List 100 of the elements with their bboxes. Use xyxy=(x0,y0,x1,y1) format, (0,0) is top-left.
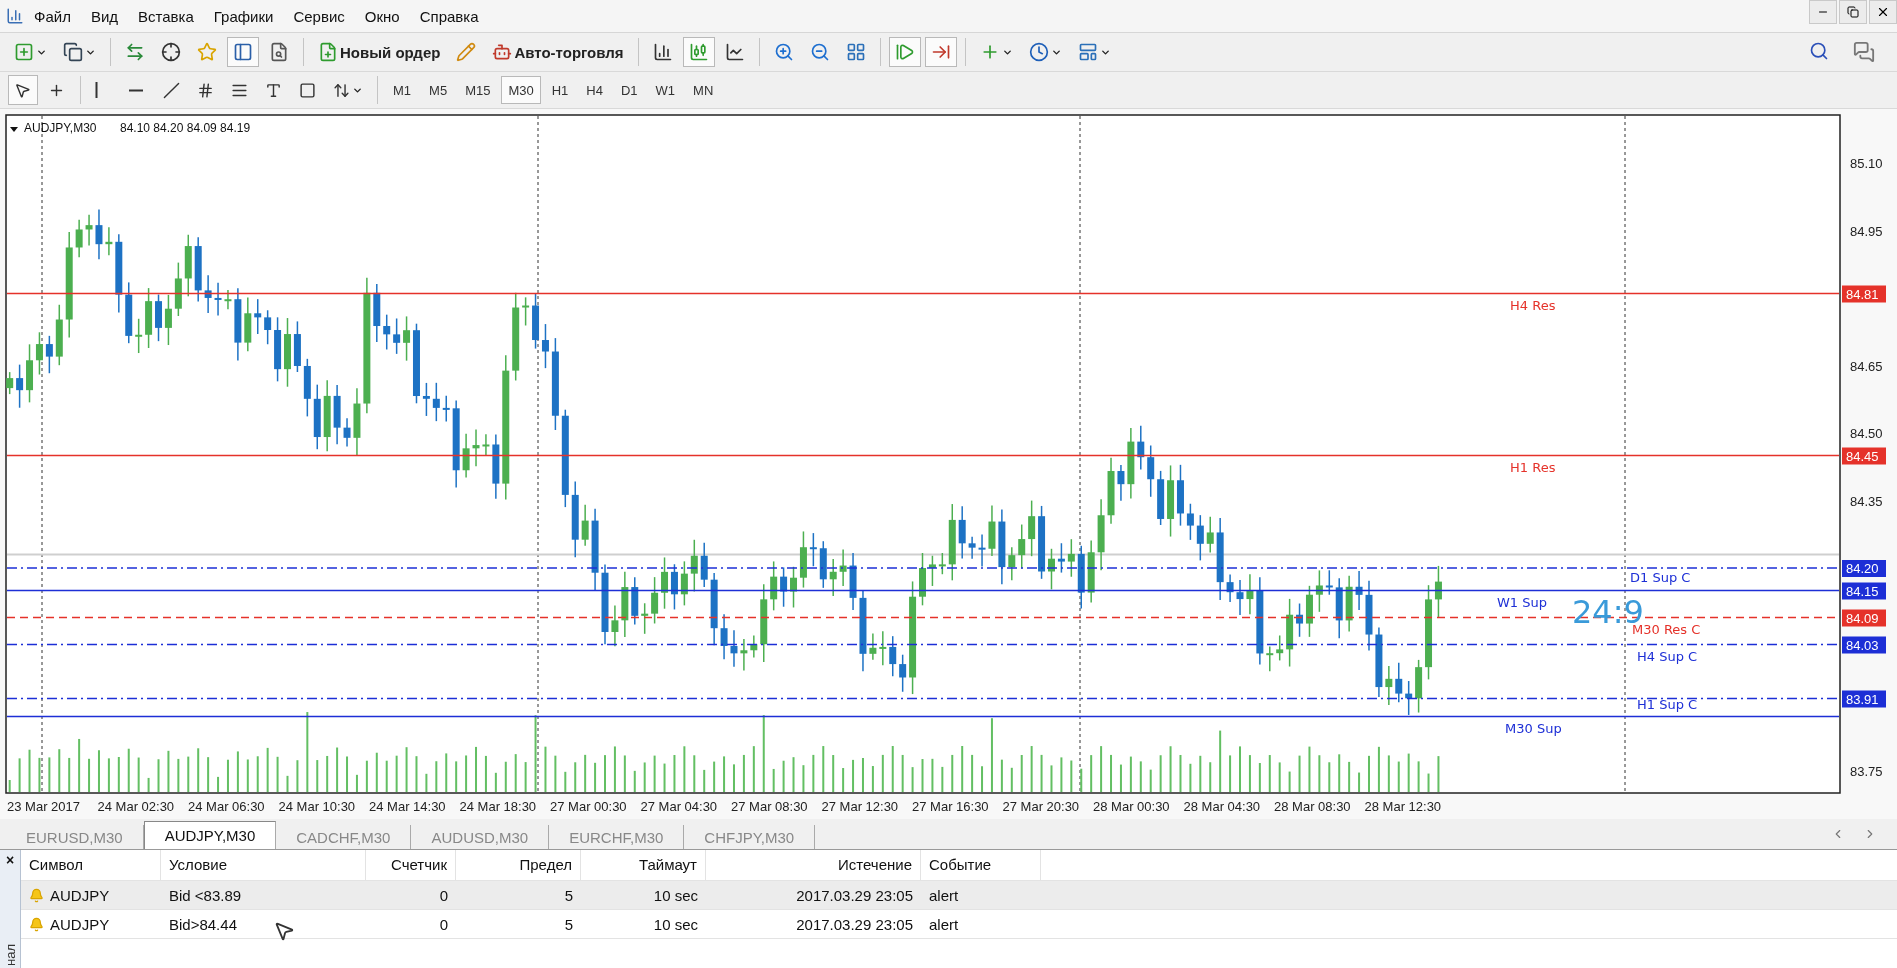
restore-button[interactable] xyxy=(1839,0,1867,24)
price-tick: 84.35 xyxy=(1850,493,1883,509)
zoom-in-icon xyxy=(773,42,794,62)
menu-item[interactable]: Графики xyxy=(203,3,284,29)
timeframe-button[interactable]: D1 xyxy=(613,76,645,104)
toolbar-button[interactable] xyxy=(227,37,259,67)
column-header[interactable]: Счетчик xyxy=(366,850,456,880)
column-header[interactable]: Истечение xyxy=(706,850,921,880)
price-tick: 84.95 xyxy=(1850,223,1883,239)
chat-icon[interactable] xyxy=(1853,41,1875,63)
timeframe-button[interactable]: M30 xyxy=(501,76,541,104)
new-chart-icon xyxy=(14,42,34,62)
file-search-icon xyxy=(269,42,289,62)
column-header[interactable]: Символ xyxy=(21,850,161,880)
time-label: 24 Mar 10:30 xyxy=(278,799,356,814)
minimize-button[interactable] xyxy=(1809,0,1837,24)
menu-item[interactable]: Вид xyxy=(80,3,129,29)
table-cell: AUDJPY xyxy=(50,886,110,904)
time-label: 24 Mar 18:30 xyxy=(459,799,537,814)
column-header[interactable]: Предел xyxy=(456,850,581,880)
cursor-icon xyxy=(14,81,31,99)
table-cell: Bid <83.89 xyxy=(169,886,242,904)
bell-icon xyxy=(29,916,44,932)
panel-icon xyxy=(233,42,253,62)
template-icon xyxy=(1077,42,1098,62)
table-cell: 5 xyxy=(564,886,573,904)
time-label: 27 Mar 04:30 xyxy=(640,799,718,814)
market-watch-icon xyxy=(125,42,145,62)
time-label: 27 Mar 16:30 xyxy=(912,799,989,814)
ohlc-values: 84.10 84.20 84.09 84.19 xyxy=(120,121,251,135)
bell-icon xyxy=(29,887,44,903)
panel-label: нал xyxy=(2,944,18,966)
zoom-out-icon xyxy=(809,42,830,62)
time-label: 24 Mar 02:30 xyxy=(97,799,175,814)
chart-tab[interactable]: AUDJPY,M30 xyxy=(143,821,277,849)
time-label: 24 Mar 06:30 xyxy=(188,799,265,814)
time-label: 27 Mar 20:30 xyxy=(1002,799,1080,814)
menu-item[interactable]: Вставка xyxy=(128,3,204,29)
price-badge: 84.45 xyxy=(1842,447,1886,465)
close-button[interactable] xyxy=(1869,0,1897,24)
timeframe-button[interactable]: M5 xyxy=(422,76,455,104)
column-header[interactable]: Условие xyxy=(161,850,366,880)
time-label: 28 Mar 12:30 xyxy=(1364,799,1442,814)
timeframe-button[interactable]: H1 xyxy=(544,76,576,104)
menu-item[interactable]: Файл xyxy=(24,3,81,29)
timeframe-button[interactable]: M15 xyxy=(458,76,498,104)
timeframe-button[interactable]: H4 xyxy=(579,76,610,104)
search-icon[interactable] xyxy=(1809,41,1829,61)
toolbar-button[interactable] xyxy=(8,75,38,105)
time-label: 28 Mar 08:30 xyxy=(1274,799,1351,814)
column-header[interactable]: Событие xyxy=(921,850,1041,880)
close-button[interactable]: × xyxy=(5,852,15,868)
menu-item[interactable]: Окно xyxy=(354,3,410,29)
time-label: 24 Mar 14:30 xyxy=(369,799,446,814)
pencil-icon xyxy=(456,42,477,62)
mouse-cursor-icon xyxy=(273,920,295,942)
table-cell: alert xyxy=(929,886,959,904)
letter-icon xyxy=(265,81,282,99)
bar-chart-icon xyxy=(652,42,673,62)
table-cell: 0 xyxy=(439,886,448,904)
time-label: 28 Mar 00:30 xyxy=(1093,799,1170,814)
price-badge: 84.03 xyxy=(1842,636,1886,654)
time-label: 27 Mar 00:30 xyxy=(550,799,627,814)
menu-item[interactable]: Сервис xyxy=(283,3,355,29)
level-label: W1 Sup xyxy=(1497,594,1547,610)
table-cell: alert xyxy=(929,915,959,933)
step-forward-icon xyxy=(894,42,915,62)
level-label: D1 Sup C xyxy=(1630,570,1691,585)
price-tick: 84.50 xyxy=(1850,426,1883,441)
level-label: H4 Res xyxy=(1510,297,1556,313)
table-cell: 10 sec xyxy=(653,886,698,904)
toolbar-button[interactable]: Новый ордер xyxy=(312,37,447,67)
menu-item[interactable]: Справка xyxy=(409,3,489,29)
table-cell: 10 sec xyxy=(653,915,698,933)
vertical-line-icon xyxy=(95,82,98,98)
timeframe-button[interactable]: M1 xyxy=(386,76,419,104)
trend-line-icon xyxy=(163,81,180,99)
line-chart-icon xyxy=(724,42,745,62)
alert-row[interactable]: AUDJPY Bid <83.89 0 5 10 sec 2017.03.29 23:05 alert xyxy=(21,881,1897,910)
level-label: H1 Sup C xyxy=(1637,696,1698,712)
toolbar-button[interactable]: Авто-торговля xyxy=(486,37,630,67)
chart-header: AUDJPY,M30 xyxy=(10,121,97,135)
price-badge: 84.81 xyxy=(1842,285,1886,303)
restore-icon xyxy=(1847,6,1859,18)
candlestick-icon xyxy=(688,42,709,62)
timeframe-button[interactable]: MN xyxy=(686,76,721,104)
new-order-icon xyxy=(318,42,338,62)
table-cell: 2017.03.29 23:05 xyxy=(796,915,913,933)
app-icon xyxy=(6,7,24,25)
timeframe-button[interactable]: W1 xyxy=(648,76,683,104)
table-cell: 5 xyxy=(564,915,573,933)
arrows-icon xyxy=(333,81,350,99)
clock-icon xyxy=(1028,42,1049,62)
robot-icon xyxy=(492,42,513,62)
crosshair-icon xyxy=(161,42,181,62)
toolbar-button[interactable] xyxy=(924,37,957,67)
level-label: H4 Sup C xyxy=(1637,648,1698,664)
grid-icon xyxy=(845,42,866,62)
column-header[interactable]: Таймаут xyxy=(581,850,706,880)
time-label: 23 Mar 2017 xyxy=(7,799,80,814)
